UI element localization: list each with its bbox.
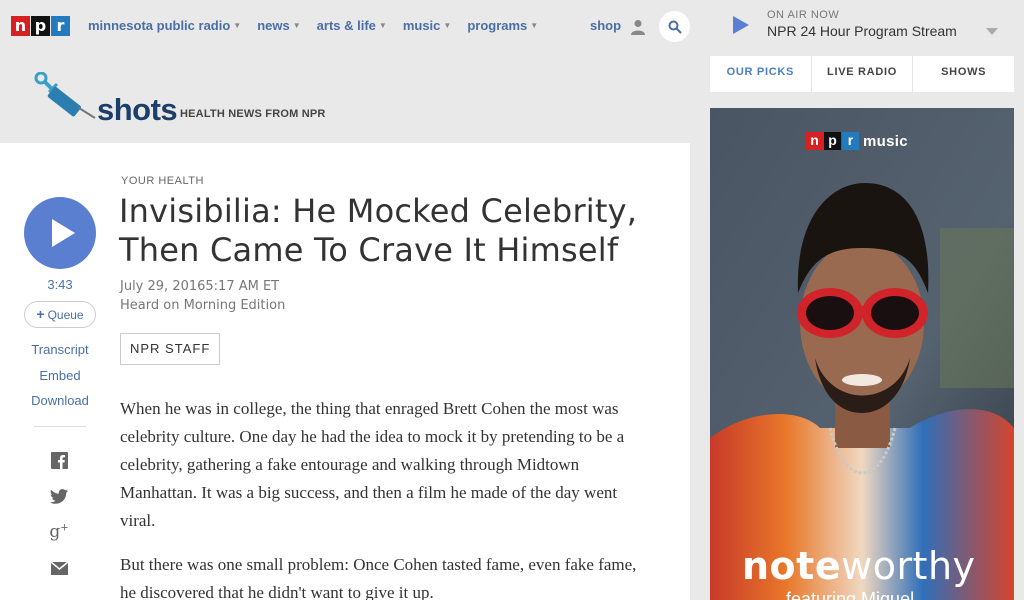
music-wordmark: music [863,132,908,150]
nav-item-label: minnesota public radio [88,18,231,33]
tab-live-radio[interactable]: LIVE RADIO [812,56,914,92]
nav-item-label: music [402,18,441,33]
audio-duration: 3:43 [47,277,73,292]
play-audio-button[interactable] [24,197,96,269]
transcript-link[interactable]: Transcript [20,342,100,357]
logo-letter-p: p [31,16,50,36]
chevron-down-icon[interactable] [986,22,998,40]
article-slug[interactable]: YOUR HEALTH [121,175,204,187]
article-date: July 29, 20165:17 AM ET [120,279,280,294]
ad-headline-rest: worthy [841,544,976,588]
tab-our-picks[interactable]: OUR PICKS [710,56,812,92]
right-rail-tabs: OUR PICKS LIVE RADIO SHOWS [710,56,1014,92]
tab-shows[interactable]: SHOWS [913,56,1014,92]
article-paragraph: When he was in college, the thing that e… [120,399,625,530]
on-air-title: NPR 24 Hour Program Stream [767,23,957,39]
caret-down-icon: ▼ [443,21,452,30]
logo-letter-p: p [824,132,841,150]
nav-item-news[interactable]: news ▼ [257,18,300,33]
nav-item-programs[interactable]: programs ▼ [467,18,538,33]
ad-featuring: featuring Miguel [786,589,915,600]
play-icon [52,219,75,247]
nav-item-label: programs [467,18,528,33]
npr-music-logo: n p r music [806,132,908,150]
logo-letter-n: n [11,16,30,36]
nav-item-music[interactable]: music ▼ [403,18,452,33]
email-icon[interactable] [50,559,68,577]
embed-link[interactable]: Embed [20,368,100,383]
user-icon[interactable] [631,19,645,35]
syringe-icon [33,71,99,127]
nav-item-label: news [257,18,290,33]
npr-music-ad[interactable]: n p r music noteworthy featuring Miguel [710,108,1014,600]
facebook-icon[interactable] [50,451,68,469]
top-nav: n p r minnesota public radio ▼ news ▼ arts… [0,0,700,54]
main-nav-links: minnesota public radio ▼ news ▼ arts & lif… [88,18,538,33]
queue-button[interactable]: + Queue [24,301,96,328]
download-link[interactable]: Download [20,393,100,408]
nav-item-arts-life[interactable]: arts & life ▼ [317,18,387,33]
nav-item-minnesota-public-radio[interactable]: minnesota public radio ▼ [88,18,241,33]
logo-letter-r: r [51,16,70,36]
npr-logo[interactable]: n p r [11,16,71,36]
google-plus-icon[interactable]: g+ [49,522,68,542]
on-air-player[interactable]: ON AIR NOW NPR 24 Hour Program Stream [710,0,1014,50]
plus-icon: + [36,306,45,322]
caret-down-icon: ▼ [292,21,301,30]
search-button[interactable] [659,11,690,42]
shots-tagline: HEALTH NEWS FROM NPR [180,108,326,120]
byline[interactable]: NPR STAFF [120,333,221,365]
search-icon [668,20,682,34]
caret-down-icon: ▼ [233,21,242,30]
ad-headline-bold: note [742,544,842,588]
logo-letter-n: n [806,132,823,150]
caret-down-icon: ▼ [530,21,539,30]
shop-link[interactable]: shop [590,18,621,33]
article: 3:43 + Queue Transcript Embed Download g+… [0,143,690,600]
on-air-label: ON AIR NOW [767,9,840,21]
ad-photo [710,108,1014,600]
twitter-icon[interactable] [50,487,68,505]
queue-label: Queue [47,308,84,322]
play-icon[interactable] [732,16,750,39]
shots-banner: shots HEALTH NEWS FROM NPR [0,54,690,143]
divider [34,426,86,427]
caret-down-icon: ▼ [378,21,387,30]
logo-letter-r: r [842,132,859,150]
shots-wordmark[interactable]: shots [97,92,178,128]
article-headline: Invisibilia: He Mocked Celebrity, Then C… [119,192,638,269]
ad-headline: noteworthy [742,544,976,588]
heard-on-text: Heard on Morning Edition [120,298,286,313]
nav-item-label: arts & life [316,18,376,33]
article-paragraph: But there was one small problem: Once Co… [120,555,637,600]
